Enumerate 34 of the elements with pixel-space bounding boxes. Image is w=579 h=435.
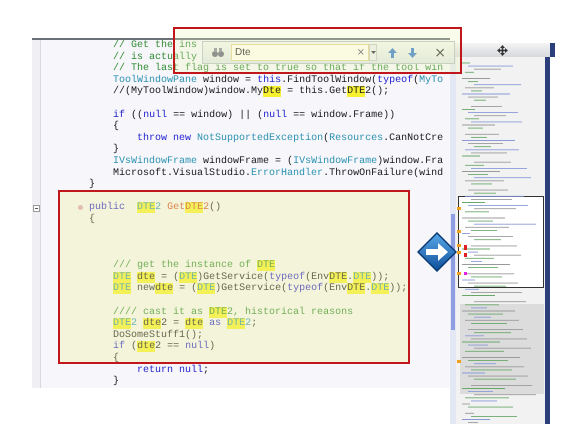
collapse-icon[interactable] — [32, 204, 40, 212]
find-options-icon[interactable] — [211, 47, 225, 58]
code-line: // Get the ins — [112, 40, 198, 52]
code-line: } — [112, 376, 120, 388]
arrow-icon — [417, 232, 457, 272]
code-line: { — [112, 121, 120, 133]
code-line: } — [112, 144, 120, 156]
search-field[interactable]: Dte × — [231, 44, 369, 61]
code-line: //// cast it as DTE2, historical reasons — [112, 306, 354, 318]
code-line: } — [88, 179, 96, 191]
code-line: /// get the instance of DTE — [112, 260, 276, 272]
code-line: public DTE2 GetDTE2() — [88, 202, 222, 214]
minimap-drawing[interactable] — [450, 57, 550, 424]
code-line: IVsWindowFrame windowFrame = (IVsWindowFrame)window.Fra — [112, 156, 444, 168]
code-line: DTE dte = (DTE)GetService(typeof(EnvDTE.DTE)); — [112, 272, 390, 283]
close-button[interactable]: × — [434, 46, 446, 60]
code-line: throw new NotSupportedException(Resources.CanNotCre — [136, 132, 444, 144]
member-marker-icon — [78, 205, 83, 210]
code-line: ToolWindowPane window = this.FindToolWindow(typeof(MyTo — [112, 74, 444, 86]
code-line: { — [88, 214, 96, 226]
code-line: return null; — [136, 364, 210, 376]
code-editor[interactable] — [32, 38, 450, 388]
clear-button[interactable]: × — [356, 48, 365, 58]
move-icon[interactable] — [497, 44, 508, 56]
code-line: if ((null == window) || (null == window.Frame)) — [112, 110, 396, 121]
caret-icon — [370, 51, 376, 54]
code-line: if (dte2 == null) — [112, 341, 216, 352]
code-line: Microsoft.VisualStudio.ErrorHandler.ThrowOnFailure(wind — [112, 168, 444, 180]
dropdown-button[interactable] — [369, 44, 377, 61]
code-line: DTE newdte = (DTE)GetService(typeof(EnvDTE.DTE)); — [112, 283, 408, 296]
code-line: DoSomeStuff1(); — [112, 330, 204, 341]
code-line: { — [112, 353, 120, 365]
code-line: DTE2 dte2 = dte as DTE2; — [112, 318, 258, 330]
code-line: //(MyToolWindow)window.MyDte = this.GetDTE2(); — [112, 86, 390, 98]
